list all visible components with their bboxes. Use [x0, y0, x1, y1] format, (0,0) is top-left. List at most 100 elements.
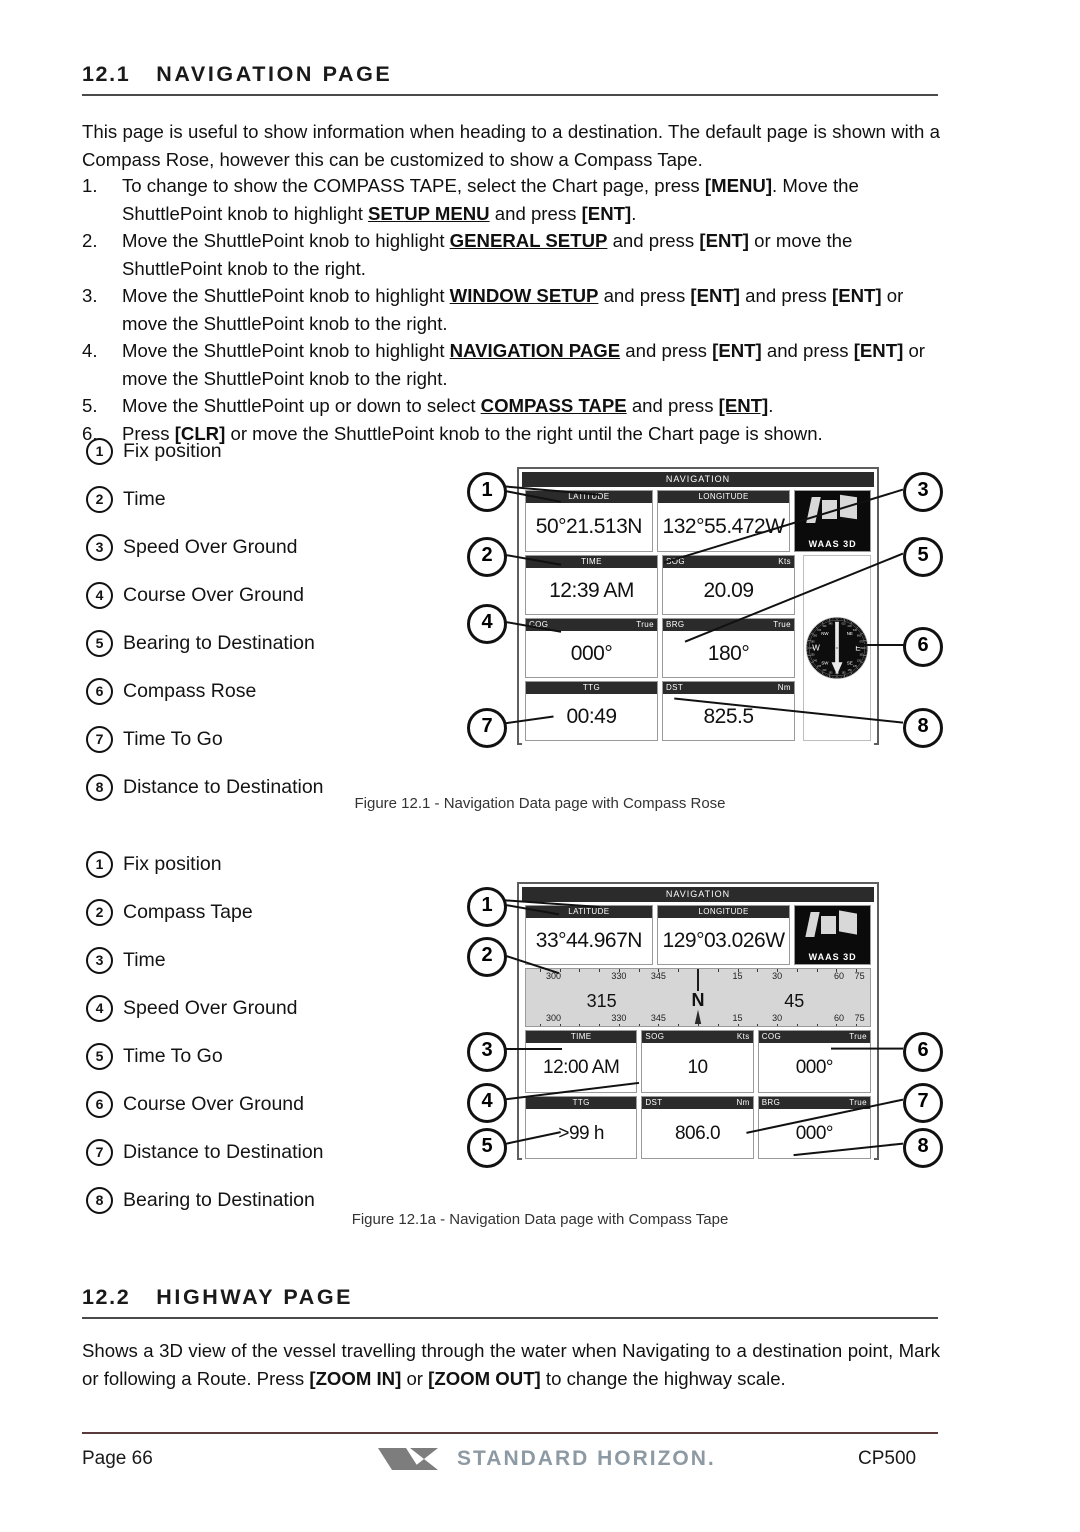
tape-tick-mark: [539, 969, 541, 972]
tape-tick-label: 330: [611, 1013, 627, 1023]
sog-label: SOG: [666, 557, 685, 566]
manual-page: 12.1 NAVIGATION PAGE This page is useful …: [0, 0, 1080, 1532]
tape-tick-mark: [717, 969, 719, 972]
cog-unit: True: [849, 1032, 867, 1041]
legend-item: 6 Course Over Ground: [86, 1080, 446, 1128]
rose-cardinal-w: W: [812, 644, 820, 653]
footer-divider: [82, 1432, 938, 1434]
rose-ring-label: 330: [822, 625, 827, 628]
cog-unit: True: [636, 620, 654, 629]
ttg-field: TTG 00:49: [525, 681, 658, 741]
tape-tick-label: 75: [854, 971, 865, 981]
cog-value: 000°: [570, 642, 613, 665]
rose-ring-label: 105: [859, 653, 864, 656]
legend-item: 7 Distance to Destination: [86, 1128, 446, 1176]
data-fields-grid: TIME 12:00 AM SOG Kts 10 COG True 000° T…: [525, 1030, 871, 1159]
tape-heading-right: 45: [784, 991, 805, 1011]
tape-tick-mark: [579, 1024, 581, 1026]
legend-item: 4 Course Over Ground: [86, 571, 446, 619]
ttg-header: TTG: [526, 682, 657, 694]
rose-ring-label: 285: [811, 640, 816, 643]
legend-label: Bearing to Destination: [123, 631, 315, 654]
satellite-icon: [839, 910, 858, 935]
rose-ring-label: 150: [848, 669, 853, 672]
tape-tick-label: 60: [834, 971, 845, 981]
figure1-device-screen: NAVIGATION LATITUDE 50°21.513N LONGITUDE…: [517, 467, 879, 747]
tape-tick-mark: [856, 1024, 858, 1026]
tape-tick-mark: [757, 1024, 759, 1026]
satellite-icon: [805, 912, 821, 937]
step-text: Move the ShuttlePoint knob to highlight …: [122, 340, 925, 389]
ttg-field: TTG >99 h: [525, 1096, 638, 1159]
step-text: Move the ShuttlePoint up or down to sele…: [122, 395, 774, 416]
tape-tick-mark: [658, 1024, 660, 1026]
rose-ring-label: 015: [842, 622, 847, 625]
callout-7: 7: [903, 1083, 943, 1123]
legend-item: 7 Time To Go: [86, 715, 446, 763]
step-5: 5. Move the ShuttlePoint up or down to s…: [82, 392, 940, 420]
data-field-row: COG True 000° BRG True 180°: [525, 618, 795, 678]
legend-item: 4 Speed Over Ground: [86, 984, 446, 1032]
figure1-caption: Figure 12.1 - Navigation Data page with …: [354, 795, 726, 812]
leader-line-6: [855, 644, 905, 646]
navigation-intro-paragraph: This page is useful to show information …: [82, 121, 940, 170]
callout-8: 8: [903, 1128, 943, 1168]
cog-label: COG: [761, 1032, 782, 1041]
tape-tick-label: 15: [732, 971, 743, 981]
brg-header: BRG True: [758, 1097, 870, 1109]
cog-value: 000°: [795, 1056, 834, 1078]
legend-label: Time To Go: [123, 727, 223, 750]
legend-label: Course Over Ground: [123, 1092, 304, 1115]
time-value: 12:39 AM: [549, 579, 634, 602]
legend-label: Speed Over Ground: [123, 535, 298, 558]
callout-3: 3: [467, 1032, 507, 1072]
satellite-status-box: WAAS 3D: [794, 905, 872, 965]
legend-number-badge: 3: [86, 533, 113, 561]
ttg-header: TTG: [526, 1097, 637, 1109]
legend-number-badge: 1: [86, 437, 113, 465]
tape-tick-mark: [777, 1024, 779, 1026]
legend-label: Fix position: [123, 852, 222, 875]
tape-tick-mark: [836, 1024, 838, 1026]
callout-6: 6: [903, 627, 943, 667]
rose-cardinal-sw: SW: [821, 661, 829, 666]
tape-tick-mark: [737, 1024, 739, 1026]
screen-title-bar: NAVIGATION: [522, 887, 874, 902]
sog-label: SOG: [645, 1032, 665, 1041]
callout-3: 3: [903, 472, 943, 512]
tape-tick-mark: [539, 1024, 541, 1026]
tape-tick-label: 345: [650, 1013, 666, 1023]
step-number: 5.: [82, 395, 98, 416]
legend-label: Compass Rose: [123, 679, 257, 702]
ttg-label: TTG: [572, 1098, 590, 1107]
screen-title-bar: NAVIGATION: [522, 472, 874, 487]
tape-tick-mark: [678, 969, 680, 972]
dst-unit: Nm: [777, 683, 791, 692]
rose-ring-label: 300: [813, 634, 818, 637]
section-heading-highway: 12.2 HIGHWAY PAGE: [82, 1285, 938, 1319]
step-number: 3.: [82, 285, 98, 306]
tape-tick-label: 300: [546, 1013, 562, 1023]
legend-number-badge: 3: [86, 946, 113, 974]
satellite-status-box: WAAS 3D: [794, 490, 872, 552]
rose-cardinal-se: SE: [847, 661, 853, 666]
screen-content: LATITUDE 33°44.967N LONGITUDE 129°03.026…: [522, 902, 874, 1162]
figure2-legend: 1 Fix position 2 Compass Tape 3 Time 4 S…: [86, 840, 446, 1224]
section-heading-navigation: 12.1 NAVIGATION PAGE: [82, 62, 938, 96]
sog-unit: Kts: [736, 1032, 750, 1041]
longitude-header: LONGITUDE: [657, 906, 790, 918]
sog-value: 20.09: [703, 579, 754, 602]
tape-tick-mark: [658, 969, 660, 972]
tape-tick-mark: [678, 1024, 680, 1026]
rose-ring-label: 165: [842, 671, 847, 674]
step-number: 4.: [82, 340, 98, 361]
waas-label: WAAS 3D: [808, 539, 857, 549]
longitude-value: 129°03.026W: [662, 929, 785, 952]
brg-value: 000°: [795, 1122, 834, 1144]
rose-ring-label: 210: [822, 669, 827, 672]
screen-content: LATITUDE 50°21.513N LONGITUDE 132°55.472…: [522, 487, 874, 747]
callout-6: 6: [903, 1032, 943, 1072]
tape-tick-mark: [796, 969, 798, 972]
tape-tick-mark: [618, 969, 620, 972]
legend-number-badge: 1: [86, 850, 113, 878]
